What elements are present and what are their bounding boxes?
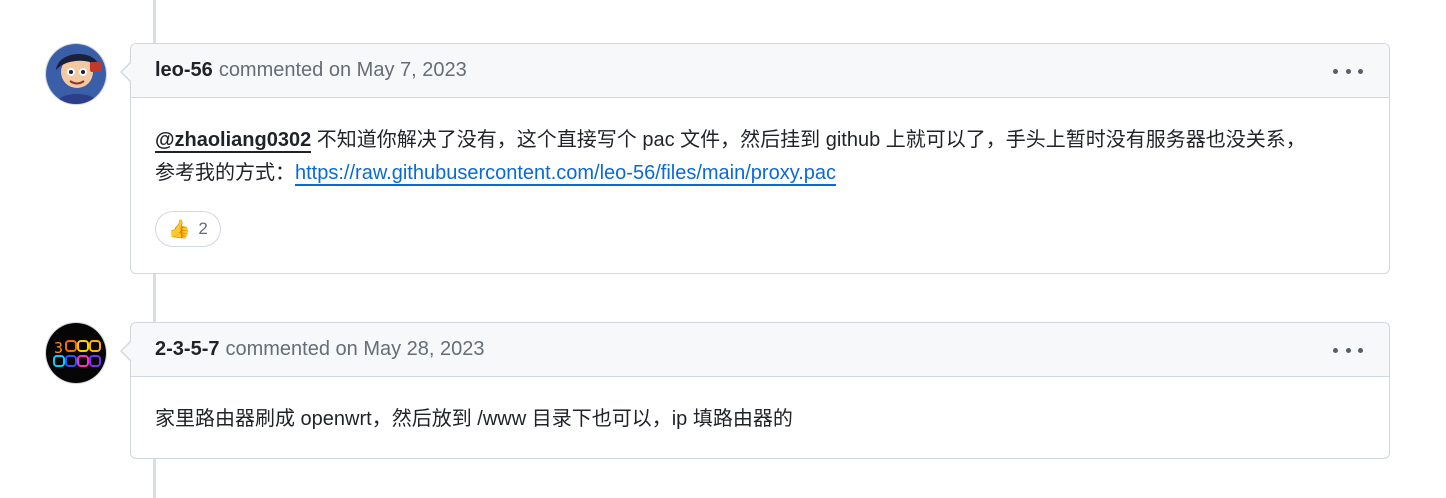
avatar[interactable] <box>45 43 107 105</box>
comment-timestamp[interactable]: commented on May 7, 2023 <box>219 59 467 82</box>
comment-box: 2-3-5-7 commented on May 28, 2023 家里路由器刷… <box>120 322 1390 459</box>
comment-header: 2-3-5-7 commented on May 28, 2023 <box>131 323 1389 377</box>
comment-timestamp[interactable]: commented on May 28, 2023 <box>225 338 484 361</box>
svg-text:3: 3 <box>54 339 63 357</box>
comment-author[interactable]: 2-3-5-7 <box>155 338 219 361</box>
reaction-count: 2 <box>198 219 208 238</box>
thumbs-up-icon: 👍 <box>168 218 191 239</box>
comment-body-text: 参考我的方式： <box>155 162 295 184</box>
avatar[interactable]: 3 <box>45 322 107 384</box>
comment-author[interactable]: leo-56 <box>155 59 213 82</box>
comment-body: @zhaoliang0302 不知道你解决了没有，这个直接写个 pac 文件，然… <box>131 98 1389 190</box>
comment-body-line-2: 参考我的方式：https://raw.githubusercontent.com… <box>155 157 1365 190</box>
kebab-menu-icon[interactable] <box>1333 340 1363 360</box>
comment-header: leo-56 commented on May 7, 2023 <box>131 44 1389 98</box>
proxy-pac-link[interactable]: https://raw.githubusercontent.com/leo-56… <box>295 162 837 186</box>
user-mention[interactable]: @zhaoliang0302 <box>155 129 312 153</box>
kebab-menu-icon[interactable] <box>1333 61 1363 81</box>
comment-body-text: 家里路由器刷成 openwrt，然后放到 /www 目录下也可以，ip 填路由器… <box>155 408 793 430</box>
comment-box: leo-56 commented on May 7, 2023 @zhaolia… <box>120 43 1390 274</box>
reaction-thumbs-up-button[interactable]: 👍 2 <box>155 211 221 247</box>
comment-body: 家里路由器刷成 openwrt，然后放到 /www 目录下也可以，ip 填路由器… <box>131 377 1389 436</box>
comment-body-text: 不知道你解决了没有，这个直接写个 pac 文件，然后挂到 github 上就可以… <box>311 129 1306 151</box>
comment-body-line-1: @zhaoliang0302 不知道你解决了没有，这个直接写个 pac 文件，然… <box>155 124 1365 157</box>
